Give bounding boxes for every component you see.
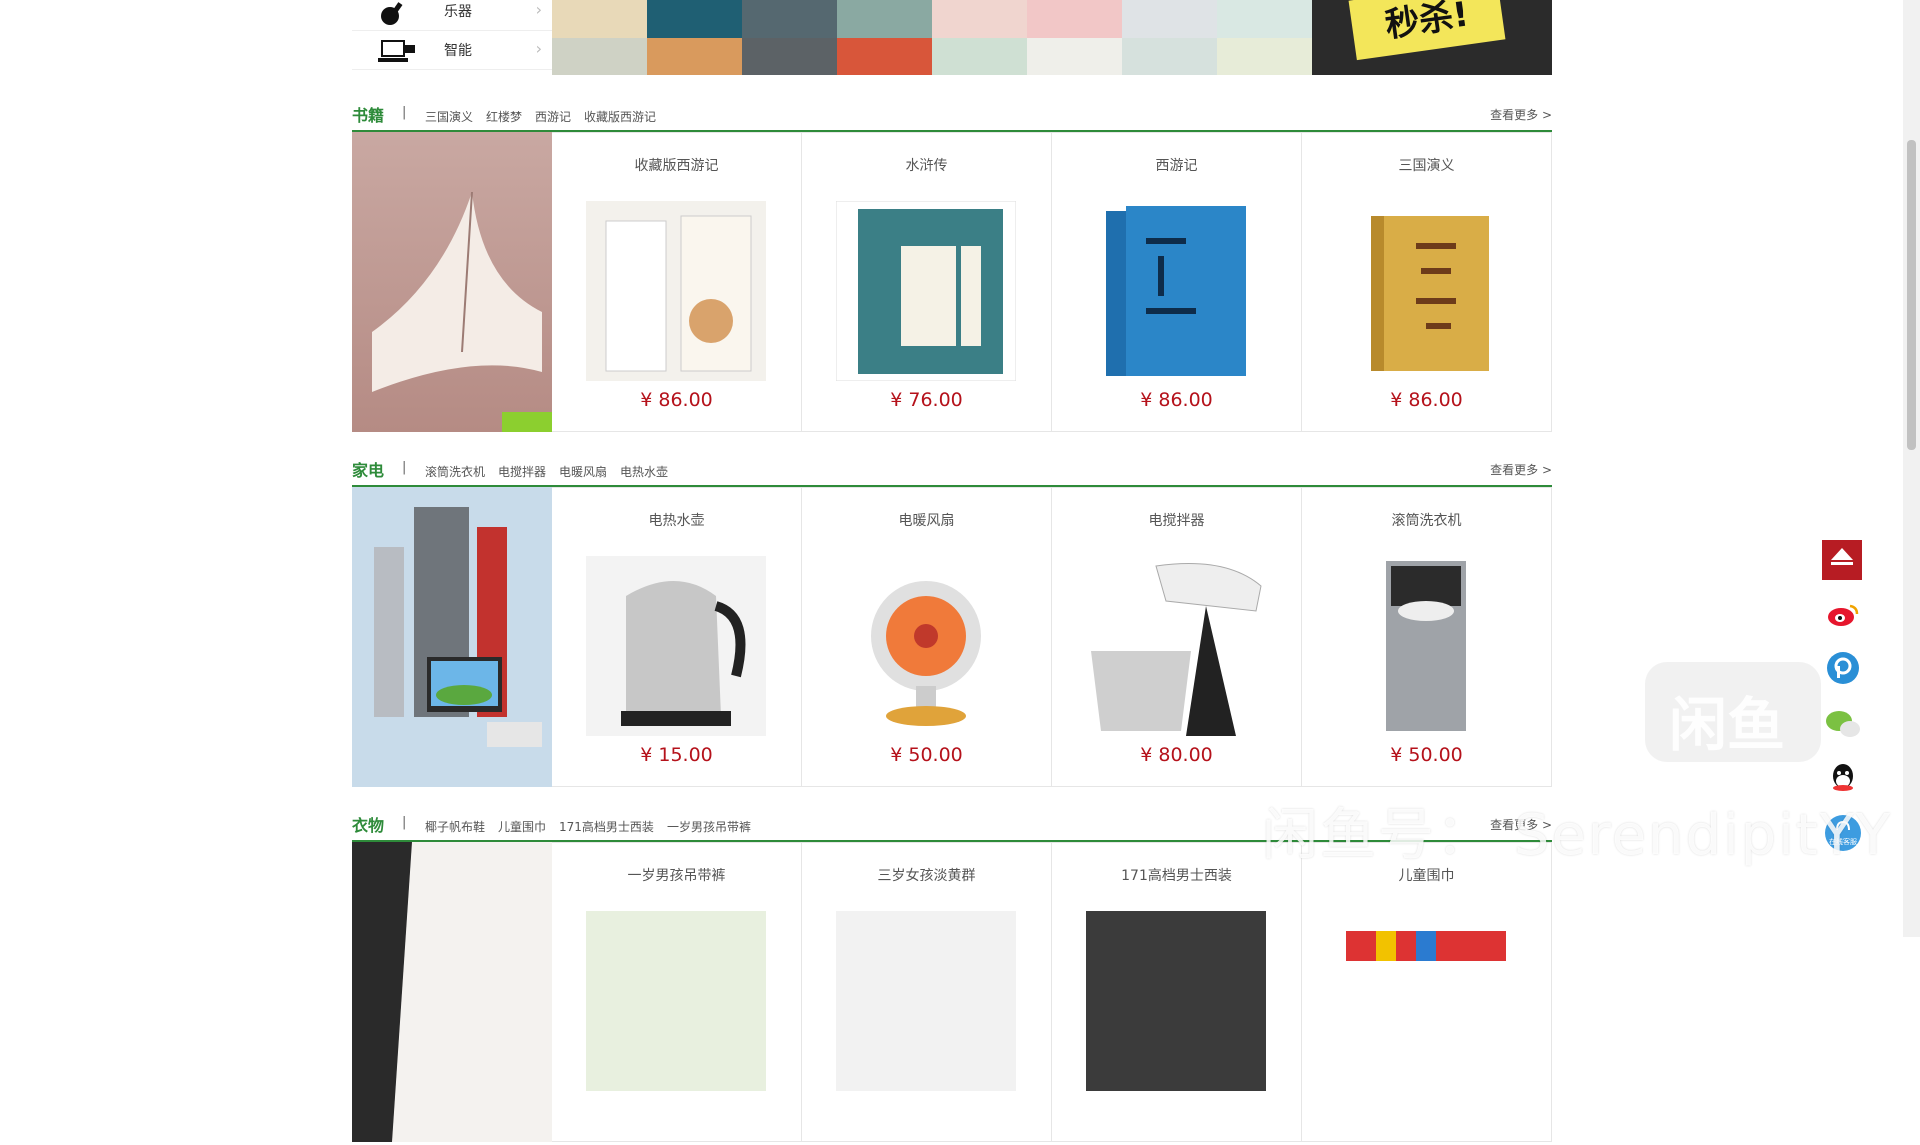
tag-link[interactable]: 儿童围巾 [498,818,546,835]
promo-sign-text: 秒杀! [1348,0,1506,61]
section-body: 收藏版西游记 ¥ 86.00 水浒传 ¥ 76.00 西游记 ¥ 86.00 三… [352,132,1552,432]
section-tag-links: 三国演义 红楼梦 西游记 收藏版西游记 [425,108,656,125]
section-body: 电热水壶 ¥ 15.00 电暖风扇 ¥ 50.00 电搅拌器 ¥ 80.00 滚… [352,487,1552,787]
product-name: 电暖风扇 [898,513,955,529]
product-card[interactable]: 儿童围巾 [1302,842,1552,1142]
section-header: 家电 | 滚筒洗衣机 电搅拌器 电暖风扇 电热水壶 查看更多 > [352,455,1552,487]
tag-link[interactable]: 三国演义 [425,108,473,125]
product-name: 电搅拌器 [1148,513,1205,529]
watermark-logo-text: 闲鱼 [1669,691,1786,759]
product-image[interactable] [1086,911,1266,1091]
back-to-top-button[interactable] [1822,540,1862,580]
product-image[interactable] [836,201,1016,381]
product-image[interactable] [1336,201,1516,381]
product-card[interactable]: 水浒传 ¥ 76.00 [802,132,1052,432]
page-scrollbar[interactable] [1903,0,1920,937]
tag-link[interactable]: 电热水壶 [620,463,668,480]
product-card[interactable]: 滚筒洗衣机 ¥ 50.00 [1302,487,1552,787]
section-appliances: 家电 | 滚筒洗衣机 电搅拌器 电暖风扇 电热水壶 查看更多 > 电热水壶 ¥ … [352,455,1552,790]
product-price: ¥ 15.00 [640,744,713,766]
category-label: 乐器 [444,4,472,20]
computer-icon [378,40,415,62]
product-image[interactable] [586,911,766,1091]
tag-link[interactable]: 171高档男士西装 [559,818,654,835]
wechat-icon[interactable] [1824,708,1862,740]
product-card[interactable]: 171高档男士西装 [1052,842,1302,1142]
product-card[interactable]: 西游记 ¥ 86.00 [1052,132,1302,432]
category-label: 智能 [444,43,472,59]
product-price: ¥ 86.00 [1140,389,1213,411]
product-name: 三岁女孩淡黄群 [877,868,976,884]
product-name: 一岁男孩吊带裤 [627,868,726,884]
section-books: 书籍 | 三国演义 红楼梦 西游记 收藏版西游记 查看更多 > 收藏版西游记 ¥… [352,100,1552,435]
product-image[interactable] [836,911,1016,1091]
chevron-right-icon: › [535,39,542,58]
category-list: 乐器 › 智能 › [352,0,552,75]
section-title: 书籍 [352,106,385,125]
product-price: ¥ 86.00 [640,389,713,411]
section-title: 衣物 [352,816,385,835]
divider: | [402,460,407,475]
product-name: 电热水壶 [648,513,705,529]
product-image[interactable] [1086,556,1266,736]
product-image[interactable] [836,556,1016,736]
tag-link[interactable]: 一岁男孩吊带裤 [667,818,751,835]
section-body: 一岁男孩吊带裤 三岁女孩淡黄群 171高档男士西装 儿童围巾 [352,842,1552,1142]
section-tag-links: 滚筒洗衣机 电搅拌器 电暖风扇 电热水壶 [425,463,668,480]
view-more-link[interactable]: 查看更多 > [1490,461,1552,478]
arrow-up-icon [1831,548,1853,560]
product-card[interactable]: 收藏版西游记 ¥ 86.00 [552,132,802,432]
divider: | [402,815,407,830]
product-card[interactable]: 一岁男孩吊带裤 [552,842,802,1142]
guitar-icon [381,2,403,25]
category-item-instruments[interactable]: 乐器 › [352,0,552,31]
section-banner-image[interactable] [352,842,552,1142]
promo-banner-image[interactable]: 秒杀! [1312,0,1552,75]
product-card[interactable]: 电搅拌器 ¥ 80.00 [1052,487,1302,787]
product-name: 水浒传 [905,158,948,174]
view-more-link[interactable]: 查看更多 > [1490,106,1552,123]
product-name: 西游记 [1155,158,1198,174]
tag-link[interactable]: 红楼梦 [486,108,522,125]
product-image[interactable] [1336,911,1516,1091]
product-price: ¥ 76.00 [890,389,963,411]
tag-link[interactable]: 西游记 [535,108,571,125]
banner-mosaic-image[interactable] [552,0,1312,75]
product-card[interactable]: 三国演义 ¥ 86.00 [1302,132,1552,432]
section-banner-image[interactable] [352,132,552,432]
product-name: 滚筒洗衣机 [1391,513,1462,529]
divider: | [402,105,407,120]
weibo-icon[interactable] [1826,602,1860,628]
watermark-text: 闲鱼号： SerendipitYY [1262,803,1893,868]
product-card[interactable]: 三岁女孩淡黄群 [802,842,1052,1142]
tag-link[interactable]: 电搅拌器 [498,463,546,480]
product-card[interactable]: 电热水壶 ¥ 15.00 [552,487,802,787]
tag-link[interactable]: 电暖风扇 [559,463,607,480]
section-title: 家电 [352,461,385,480]
product-price: ¥ 50.00 [890,744,963,766]
product-image[interactable] [1336,556,1516,736]
product-name: 三国演义 [1398,158,1455,174]
product-image[interactable] [586,201,766,381]
product-card[interactable]: 电暖风扇 ¥ 50.00 [802,487,1052,787]
product-price: ¥ 80.00 [1140,744,1213,766]
product-name: 收藏版西游记 [634,158,719,174]
pinterest-icon[interactable] [1826,651,1860,685]
tag-link[interactable]: 收藏版西游记 [584,108,656,125]
tag-link[interactable]: 滚筒洗衣机 [425,463,485,480]
section-banner-image[interactable] [352,487,552,787]
product-image[interactable] [586,556,766,736]
watermark-logo: 闲鱼 [1645,662,1821,762]
section-tag-links: 椰子帆布鞋 儿童围巾 171高档男士西装 一岁男孩吊带裤 [425,818,751,835]
chevron-right-icon: › [535,0,542,19]
back-to-top-icon [1831,562,1853,565]
section-header: 书籍 | 三国演义 红楼梦 西游记 收藏版西游记 查看更多 > [352,100,1552,132]
category-item-smart[interactable]: 智能 › [352,33,552,70]
product-price: ¥ 50.00 [1390,744,1463,766]
scrollbar-thumb[interactable] [1907,140,1916,450]
top-banner-strip: 乐器 › 智能 › 秒杀! [352,0,1552,75]
product-price: ¥ 86.00 [1390,389,1463,411]
product-image[interactable] [1086,201,1266,381]
tag-link[interactable]: 椰子帆布鞋 [425,818,485,835]
